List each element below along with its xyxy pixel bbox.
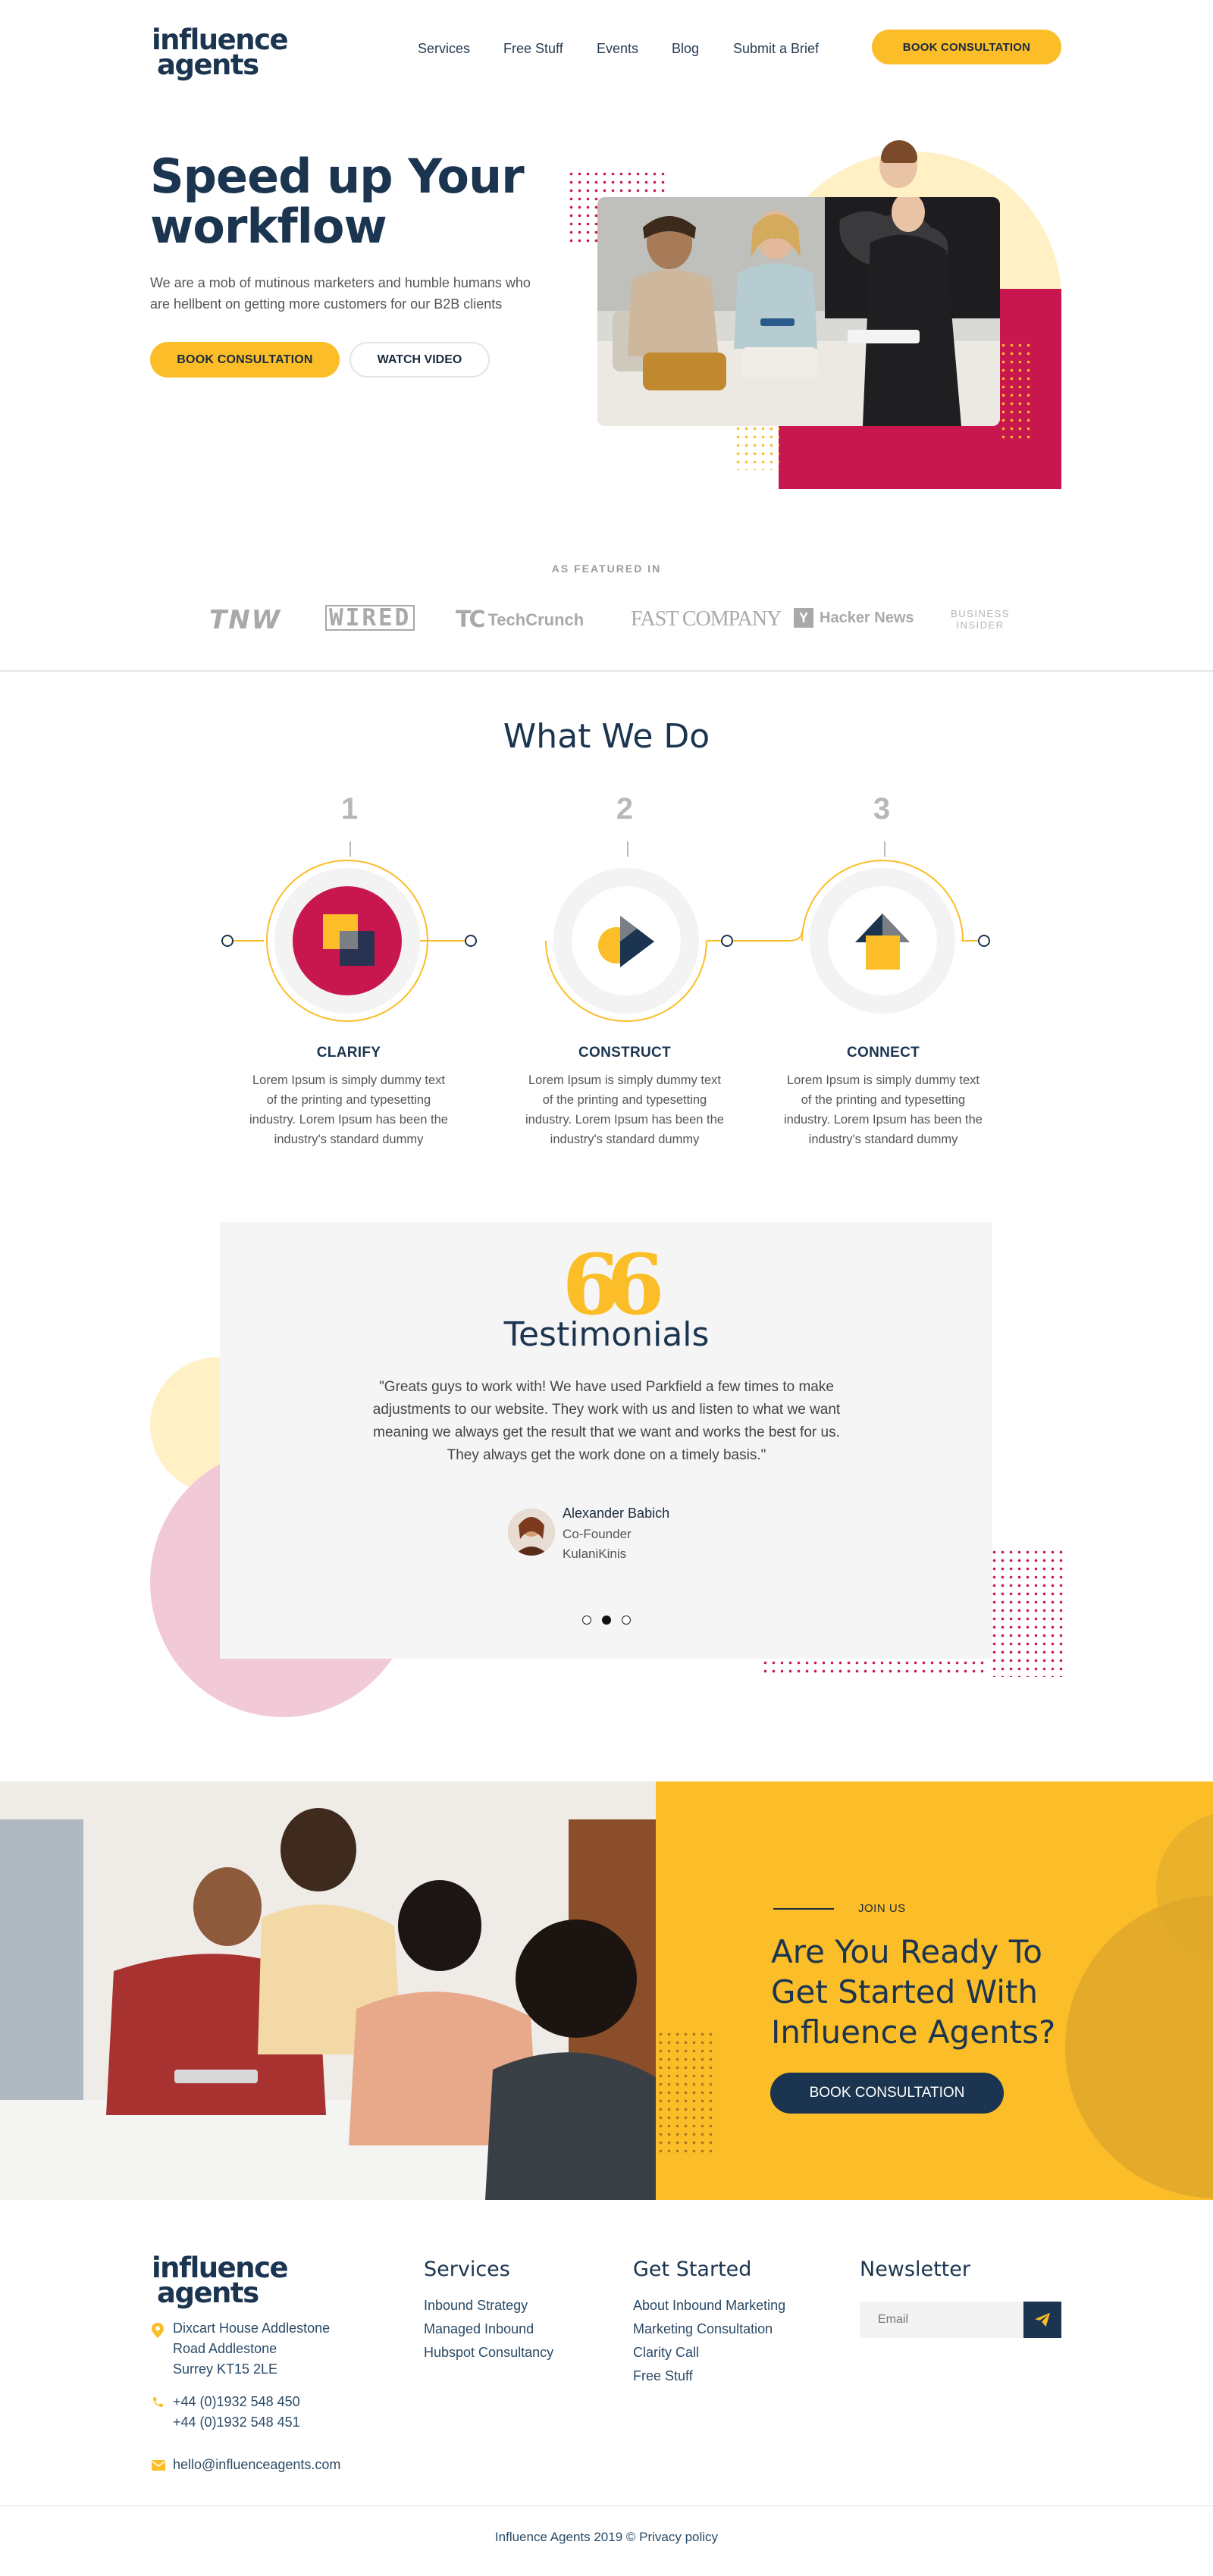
step-3-description: Lorem Ipsum is simply dummy text of the … [783, 1073, 983, 1146]
hero-subtitle-line-2: are hellbent on getting more customers f… [150, 296, 503, 312]
featured-label: AS FEATURED IN [551, 563, 662, 575]
cta-photo-illustration [0, 1782, 656, 2200]
footer-get-started-heading: Get Started [633, 2258, 752, 2281]
cta-title-line-2: Get Started With [771, 1973, 1039, 2010]
techcrunch-text: TechCrunch [487, 610, 585, 629]
nav-events[interactable]: Events [597, 41, 638, 57]
testimonials-title: Testimonials [503, 1315, 710, 1354]
hero-title-line-1: Speed up Your [150, 149, 525, 204]
author-avatar [508, 1509, 555, 1556]
address-line-2: Road Addlestone [173, 2341, 277, 2356]
nav-free-stuff[interactable]: Free Stuff [503, 41, 563, 57]
hero-photo [597, 197, 1000, 426]
logo-fast-company: FAST COMPANY [631, 607, 782, 631]
cta-eyebrow: JOIN US [858, 1902, 906, 1915]
footer-logo[interactable]: influence agents [152, 2254, 289, 2310]
section-divider [0, 670, 1213, 672]
footer-link-about-inbound[interactable]: About Inbound Marketing [633, 2298, 785, 2314]
newsletter-submit-button[interactable] [1023, 2302, 1061, 2338]
author-name: Alexander Babich [563, 1506, 670, 1521]
footer-phones: +44 (0)1932 548 450 +44 (0)1932 548 451 [173, 2392, 300, 2433]
author-avatar-illustration [508, 1509, 555, 1556]
step-3-number: 3 [873, 792, 891, 826]
quote-line-3: meaning we always get the result that we… [373, 1424, 840, 1440]
address-line-3: Surrey KT15 2LE [173, 2361, 278, 2377]
hacker-news-y-icon: Y [794, 608, 813, 628]
cta-title: Are You Ready To Get Started With Influe… [771, 1932, 1055, 2052]
nav-blog[interactable]: Blog [672, 41, 699, 57]
footer-link-managed-inbound[interactable]: Managed Inbound [424, 2321, 534, 2337]
header-book-consultation-button[interactable]: BOOK CONSULTATION [872, 30, 1061, 64]
hero-subtitle-line-1: We are a mob of mutinous marketers and h… [150, 275, 531, 290]
logo-hacker-news: Y Hacker News [794, 608, 914, 628]
testimonial-dot-pattern-right [990, 1548, 1063, 1677]
step-1-number: 1 [340, 792, 359, 826]
footer-address: Dixcart House Addlestone Road Addlestone… [173, 2318, 330, 2380]
phone-2[interactable]: +44 (0)1932 548 451 [173, 2412, 300, 2433]
process-diagram [221, 841, 990, 1022]
quote-line-1: "Greats guys to work with! We have used … [379, 1379, 834, 1395]
logo-techcrunch: TC TechCrunch [456, 606, 584, 633]
footer-link-hubspot-consultancy[interactable]: Hubspot Consultancy [424, 2345, 553, 2361]
step-2-number: 2 [616, 792, 634, 826]
hero-person-hair [881, 140, 917, 163]
cta-title-line-1: Are You Ready To [771, 1933, 1042, 1970]
logo-line-2: agents [157, 49, 259, 82]
footer-logo-line-2: agents [157, 2277, 259, 2310]
step-2-description: Lorem Ipsum is simply dummy text of the … [525, 1073, 724, 1146]
carousel-dot-2-active[interactable] [602, 1615, 611, 1625]
logo-wired: WIRED [325, 605, 415, 631]
quote-line-2: adjustments to our website. They work wi… [372, 1402, 841, 1418]
quote-icon: 66 [562, 1236, 664, 1333]
phone-icon [153, 2397, 163, 2407]
footer-newsletter-heading: Newsletter [860, 2258, 970, 2281]
footer-services-heading: Services [424, 2258, 510, 2281]
quote-line-4: They always get the work done on a timel… [447, 1447, 766, 1463]
address-line-1: Dixcart House Addlestone [173, 2321, 331, 2336]
carousel-dot-3[interactable] [622, 1615, 631, 1625]
testimonial-quote: "Greats guys to work with! We have used … [288, 1376, 925, 1467]
watch-video-button[interactable]: WATCH VIDEO [349, 342, 490, 378]
brand-logo[interactable]: influence agents [152, 26, 289, 82]
logo-tnw: TNW [209, 605, 282, 635]
footer-email[interactable]: hello@influenceagents.com [173, 2455, 340, 2475]
hacker-news-text: Hacker News [820, 609, 914, 626]
nav-submit-brief[interactable]: Submit a Brief [733, 41, 819, 57]
cta-dot-pattern [657, 2030, 717, 2155]
send-icon [1035, 2312, 1050, 2327]
phone-1[interactable]: +44 (0)1932 548 450 [173, 2392, 300, 2412]
hero-dot-pattern-yellow [999, 341, 1033, 440]
footer-copyright[interactable]: Influence Agents 2019 © Privacy policy [0, 2530, 1213, 2545]
envelope-icon [152, 2460, 165, 2471]
location-pin-icon [152, 2323, 164, 2338]
hero-book-consultation-button[interactable]: BOOK CONSULTATION [150, 342, 340, 378]
footer-link-inbound-strategy[interactable]: Inbound Strategy [424, 2298, 528, 2314]
footer-link-marketing-consultation[interactable]: Marketing Consultation [633, 2321, 773, 2337]
step-2-title: CONSTRUCT [578, 1045, 671, 1061]
cta-photo [0, 1782, 656, 2200]
hero-subtitle: We are a mob of mutinous marketers and h… [150, 272, 531, 315]
carousel-dot-1[interactable] [582, 1615, 591, 1625]
author-company: KulaniKinis [563, 1547, 627, 1561]
author-role: Co-Founder [563, 1527, 632, 1541]
footer-link-clarity-call[interactable]: Clarity Call [633, 2345, 699, 2361]
cta-book-consultation-button[interactable]: BOOK CONSULTATION [770, 2073, 1004, 2114]
step-1-description: Lorem Ipsum is simply dummy text of the … [249, 1073, 448, 1146]
hero-dot-pattern-yellow-2 [734, 425, 779, 470]
hero-photo-illustration [597, 197, 1000, 426]
what-we-do-title: What We Do [503, 717, 710, 756]
newsletter-email-input[interactable] [860, 2302, 1023, 2338]
step-3-title: CONNECT [846, 1045, 920, 1061]
cta-title-line-3: Influence Agents? [771, 2013, 1056, 2051]
nav-services[interactable]: Services [418, 41, 470, 57]
step-1-title: CLARIFY [316, 1045, 381, 1061]
logo-business-insider: BUSINESS INSIDER [951, 608, 1010, 631]
footer-link-free-stuff[interactable]: Free Stuff [633, 2368, 693, 2384]
footer-divider [0, 2505, 1213, 2506]
hero-title: Speed up Your workflow [150, 149, 525, 254]
techcrunch-mark: TC [456, 606, 486, 633]
cta-eyebrow-line [773, 1908, 834, 1910]
testimonial-dot-pattern-bottom [761, 1659, 989, 1677]
hero-title-line-2: workflow [150, 199, 387, 254]
